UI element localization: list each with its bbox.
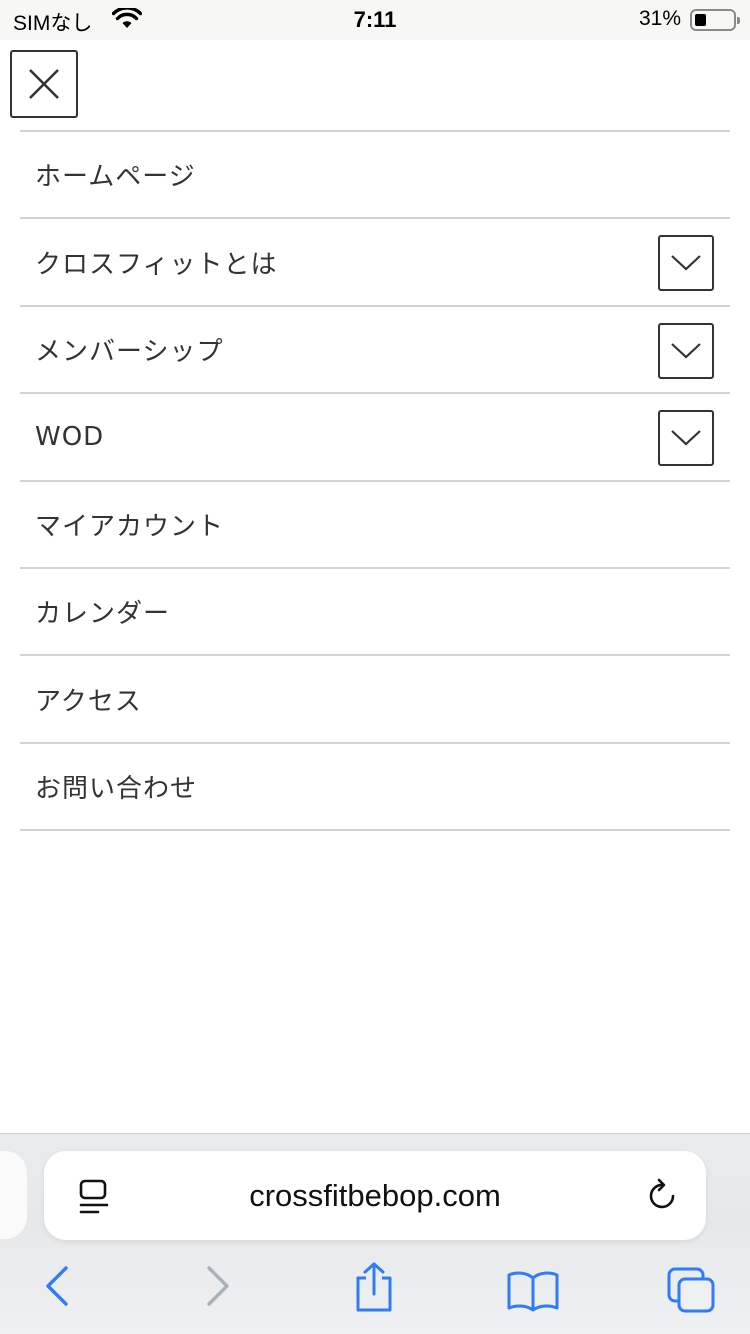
menu-item-label: メンバーシップ [35,336,224,367]
submenu-toggle-button[interactable] [658,235,714,292]
menu-item-calendar[interactable]: カレンダー [20,569,730,657]
url-text: crossfitbebop.com [249,1178,501,1213]
back-icon[interactable] [42,1264,72,1312]
address-bar[interactable]: crossfitbebop.com [44,1151,706,1240]
chevron-down-icon [671,255,701,271]
battery-percentage: 31% [638,7,681,30]
navigation-menu: ホームページ クロスフィットとは メンバーシップ WOD マイアカウント カレン… [20,130,730,832]
close-menu-button[interactable] [10,50,78,118]
close-icon [29,69,59,99]
submenu-toggle-button[interactable] [658,410,714,467]
menu-item-label: ホームページ [35,162,196,193]
submenu-toggle-button[interactable] [658,322,714,379]
menu-item-membership[interactable]: メンバーシップ [20,307,730,395]
status-bar: SIMなし 7:11 31% [0,0,750,40]
menu-item-label: お問い合わせ [35,773,198,804]
clock: 7:11 [353,7,397,32]
battery-fill [695,14,706,26]
menu-item-label: WOD [35,421,105,452]
previous-tab-preview[interactable] [0,1151,27,1239]
menu-item-label: マイアカウント [35,511,225,542]
menu-item-contact[interactable]: お問い合わせ [20,744,730,832]
menu-item-home[interactable]: ホームページ [20,132,730,220]
menu-item-my-account[interactable]: マイアカウント [20,482,730,569]
battery-icon [690,9,740,31]
chevron-down-icon [671,342,701,359]
menu-item-about-crossfit[interactable]: クロスフィットとは [20,219,730,307]
menu-item-label: カレンダー [35,599,171,630]
bookmarks-icon[interactable] [506,1270,560,1316]
chevron-down-icon [671,430,701,446]
menu-item-wod[interactable]: WOD [20,394,730,482]
menu-item-label: クロスフィットとは [35,249,278,280]
forward-icon[interactable] [203,1264,233,1312]
share-icon[interactable] [352,1262,396,1318]
tabs-icon[interactable] [666,1266,716,1318]
menu-item-label: アクセス [35,686,142,717]
menu-item-access[interactable]: アクセス [20,656,730,744]
reload-icon[interactable] [646,1177,680,1217]
